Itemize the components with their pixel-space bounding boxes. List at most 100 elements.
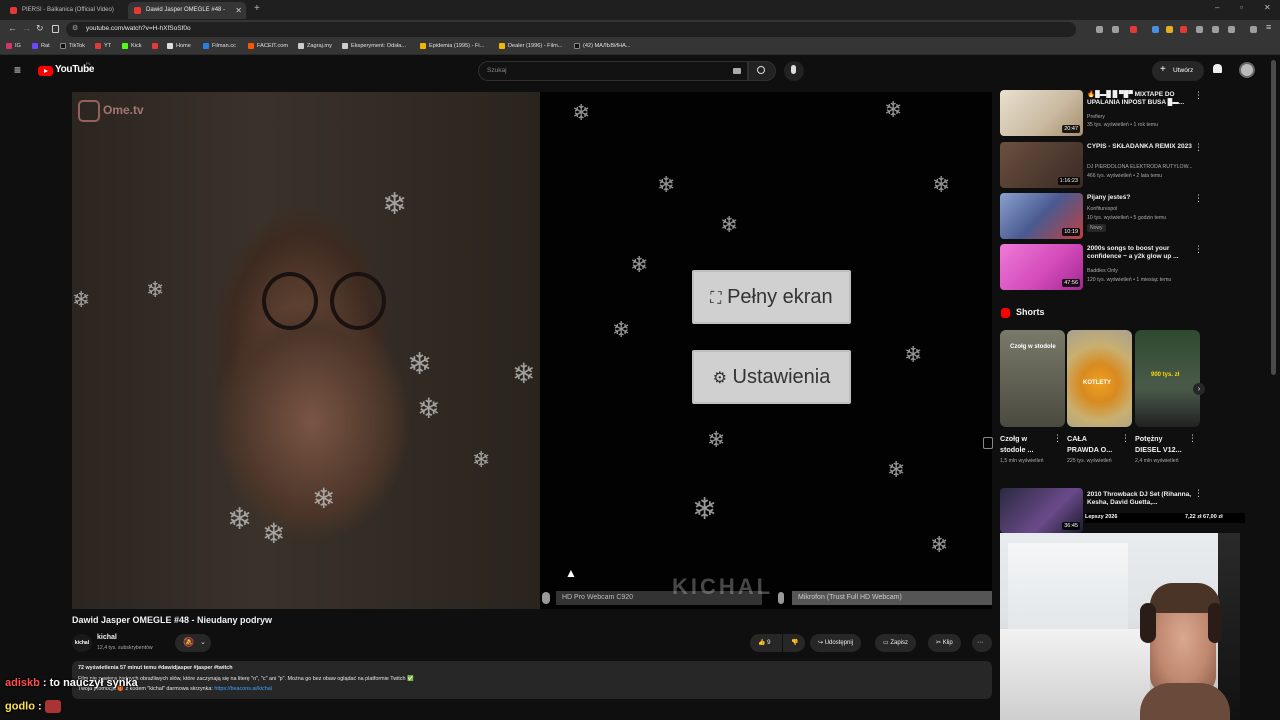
bookmark-filman[interactable]: Filman.cc — [203, 41, 236, 52]
video-title[interactable]: CYPIS - SKŁADANKA REMIX 2023 — [1087, 143, 1195, 151]
share-button[interactable]: ↪ Udostępnij — [810, 634, 862, 652]
recommended-video[interactable]: 20:47 🔥█▬█ █ ▀█▀ MIXTAPE DO UPALANIA INP… — [1000, 90, 1210, 136]
bookmark-zagraj[interactable]: Zagraj.my — [298, 41, 332, 52]
avatar[interactable] — [1239, 62, 1255, 78]
fullscreen-button[interactable]: ⛶ Pełny ekran — [692, 270, 851, 324]
more-vertical-icon[interactable]: ⋮ — [1194, 142, 1203, 153]
short-thumbnail[interactable]: Czołg w stodole — [1000, 330, 1065, 427]
create-button[interactable]: + Utwórz — [1152, 61, 1204, 81]
minimize-icon[interactable]: – — [1215, 3, 1219, 12]
browser-tab-1[interactable]: PIERSI - Balkanica (Official Video) — [4, 2, 122, 19]
more-vertical-icon[interactable]: ⋮ — [1194, 488, 1203, 499]
player-side-icon[interactable] — [983, 437, 993, 449]
bookmark-malvina[interactable]: (42) МАЛЬВИНА... — [574, 41, 631, 52]
extension-icon[interactable] — [1152, 26, 1159, 33]
video-thumbnail[interactable]: 10:19 — [1000, 193, 1083, 239]
new-tab-icon[interactable]: + — [254, 3, 260, 14]
sidebar-icon[interactable] — [1250, 26, 1257, 33]
short-title[interactable]: Czołg w stodole ... — [1000, 433, 1048, 455]
video-title[interactable]: Pijany jesteś? — [1087, 194, 1195, 202]
recommended-video[interactable]: 10:19 Pijany jesteś? Konfiturespol 10 ty… — [1000, 193, 1210, 239]
recommended-video[interactable]: 1:16:23 CYPIS - SKŁADANKA REMIX 2023 DJ … — [1000, 142, 1210, 188]
site-info-icon[interactable]: ⚙ — [72, 24, 78, 32]
forward-icon[interactable]: → — [22, 23, 31, 33]
more-vertical-icon[interactable]: ⋮ — [1053, 433, 1062, 444]
recommended-video[interactable]: 47:56 2000s songs to boost your confiden… — [1000, 244, 1210, 290]
browser-menu-icon[interactable]: ≡ — [1266, 22, 1271, 32]
channel-name[interactable]: Konfiturespol — [1087, 206, 1202, 212]
notifications-bell-icon[interactable] — [1213, 64, 1222, 73]
close-tab-icon[interactable]: ✕ — [235, 2, 242, 19]
voice-search-button[interactable] — [784, 61, 804, 81]
extension-icon[interactable] — [1096, 26, 1103, 33]
more-vertical-icon[interactable]: ⋮ — [1121, 433, 1130, 444]
adblock-extension-icon[interactable] — [1130, 26, 1137, 33]
clip-button[interactable]: ✂ Klip — [928, 634, 961, 652]
channel-name[interactable]: Prefiery — [1087, 114, 1202, 120]
bookmark-kick[interactable]: Kick — [122, 41, 142, 52]
description-meta: 72 wyświetlenia 57 minut temu #dawidjasp… — [78, 665, 233, 671]
channel-name[interactable]: Baddies Only — [1087, 268, 1202, 274]
save-button[interactable]: ▭ Zapisz — [875, 634, 917, 652]
snowflake-icon: ❄ — [932, 172, 951, 197]
video-player[interactable]: Ome.tv ❄ ❄ ❄ ❄ ❄ ❄ ❄ ❄ ❄ ❄ ❄ ❄ ❄ ❄ ❄ ❄ ❄… — [72, 92, 992, 609]
bookmark-rat[interactable]: Rat — [32, 41, 50, 52]
short-title[interactable]: CAŁA PRAWDA O... — [1067, 433, 1117, 455]
video-thumbnail[interactable]: 20:47 — [1000, 90, 1083, 136]
video-thumbnail[interactable]: 36:45 — [1000, 488, 1083, 533]
more-vertical-icon[interactable]: ⋮ — [1188, 433, 1197, 444]
bookmark-tiktok[interactable]: TikTok — [60, 41, 85, 52]
dislike-button[interactable]: 👎 — [783, 634, 805, 652]
close-window-icon[interactable]: ✕ — [1264, 3, 1271, 12]
browser-tab-2-active[interactable]: Dawid Jasper OMEGLE #48 - ✕ — [128, 2, 246, 19]
channel-avatar[interactable]: kichal — [72, 634, 92, 652]
video-title[interactable]: 🔥█▬█ █ ▀█▀ MIXTAPE DO UPALANIA INPOST BU… — [1087, 91, 1195, 107]
recommended-video[interactable]: 36:45 2010 Throwback DJ Set (Rihanna, Ke… — [1000, 488, 1210, 533]
downloads-icon[interactable] — [1212, 26, 1219, 33]
short-thumbnail[interactable]: 900 tys. zł — [1135, 330, 1200, 427]
extension-icon[interactable] — [1112, 26, 1119, 33]
channel-name[interactable]: DJ PIERDOLONA ELEKTRODA RUTYLOW... — [1087, 164, 1202, 170]
bookmark-dealer[interactable]: Dealer (1996) - Film... — [499, 41, 562, 52]
video-title[interactable]: 2000s songs to boost your confidence ~ a… — [1087, 245, 1195, 261]
more-vertical-icon[interactable]: ⋮ — [1194, 90, 1203, 101]
shorts-next-arrow-icon[interactable]: › — [1193, 383, 1205, 395]
channel-name[interactable]: kichal — [97, 634, 117, 641]
more-actions-button[interactable]: ⋯ — [972, 634, 992, 652]
maximize-icon[interactable]: ▫ — [1240, 3, 1243, 12]
extensions-puzzle-icon[interactable] — [1196, 26, 1203, 33]
streamer-shoulders — [1140, 683, 1230, 720]
short-title[interactable]: Potężny DIESEL V12... — [1135, 433, 1187, 455]
video-thumbnail[interactable]: 1:16:23 — [1000, 142, 1083, 188]
bookmark-eksperyment[interactable]: Eksperyment: Odsła... — [342, 41, 406, 52]
page-scrollbar[interactable] — [1271, 60, 1276, 375]
video-thumbnail[interactable]: 47:56 — [1000, 244, 1083, 290]
more-vertical-icon[interactable]: ⋮ — [1194, 244, 1203, 255]
video-title[interactable]: 2010 Throwback DJ Set (Rihanna, Kesha, D… — [1087, 491, 1195, 507]
description-box[interactable]: 72 wyświetlenia 57 minut temu #dawidjasp… — [72, 661, 992, 699]
search-input[interactable]: Szukaj — [478, 61, 748, 81]
back-icon[interactable]: ← — [8, 23, 17, 33]
extension-icon[interactable] — [1180, 26, 1187, 33]
like-button[interactable]: 👍 9 — [750, 634, 782, 652]
settings-button[interactable]: ⚙ Ustawienia — [692, 350, 851, 404]
bookmark-red[interactable] — [152, 41, 161, 52]
edit-icon[interactable] — [1228, 26, 1235, 33]
subscribed-button[interactable]: 🔕 ⌄ — [175, 634, 211, 652]
bookmark-yt[interactable]: YT — [95, 41, 111, 52]
bookmark-faceit[interactable]: FACEIT.com — [248, 41, 288, 52]
bookmark-epidemia[interactable]: Epidemia (1995) - Fi... — [420, 41, 484, 52]
bookmark-page-icon[interactable] — [52, 25, 59, 33]
url-field[interactable]: ⚙ youtube.com/watch?v=H-hXfSoSf0o — [66, 22, 1076, 37]
microphone-select[interactable]: Mikrofon (Trust Full HD Webcam) — [792, 591, 992, 605]
reload-icon[interactable]: ↻ — [36, 23, 44, 34]
bookmark-home[interactable]: Home — [167, 41, 191, 52]
hamburger-menu-icon[interactable]: ≡ — [14, 63, 21, 77]
short-thumbnail[interactable]: KOTLETY — [1067, 330, 1132, 427]
keyboard-icon[interactable] — [733, 68, 741, 74]
more-vertical-icon[interactable]: ⋮ — [1194, 193, 1203, 204]
search-button[interactable] — [748, 61, 776, 81]
promo-link[interactable]: https://beacons.ai/kichal — [214, 686, 272, 692]
bookmark-ig[interactable]: IG — [6, 41, 21, 52]
extension-icon[interactable] — [1166, 26, 1173, 33]
